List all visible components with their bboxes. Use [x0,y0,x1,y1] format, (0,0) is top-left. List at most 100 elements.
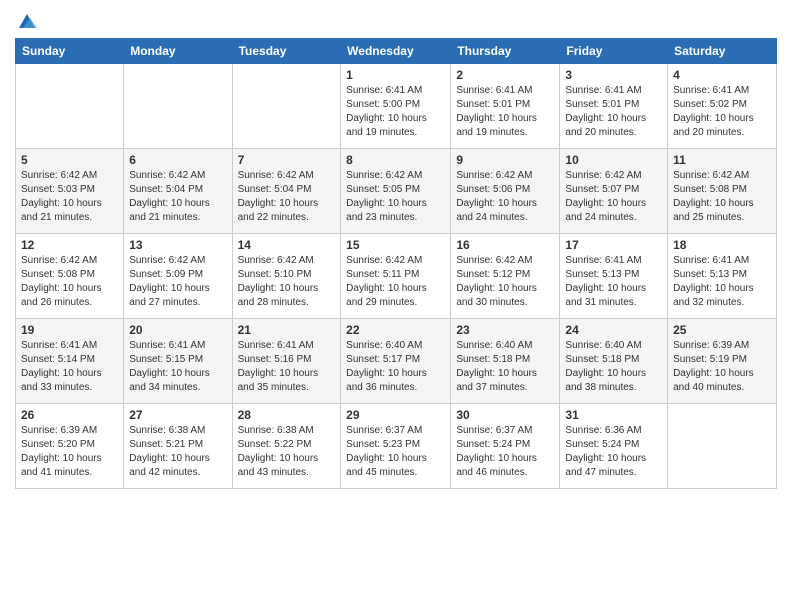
calendar-cell [124,64,232,149]
day-number: 2 [456,68,554,82]
weekday-header-row: SundayMondayTuesdayWednesdayThursdayFrid… [16,39,777,64]
day-info: Sunrise: 6:40 AMSunset: 5:18 PMDaylight:… [565,339,662,395]
day-number: 26 [21,408,118,422]
calendar-week-row: 1 Sunrise: 6:41 AMSunset: 5:00 PMDaylight… [16,64,777,149]
calendar-cell: 30 Sunrise: 6:37 AMSunset: 5:24 PMDayligh… [451,404,560,489]
calendar-cell: 21 Sunrise: 6:41 AMSunset: 5:16 PMDayligh… [232,319,341,404]
calendar-week-row: 5 Sunrise: 6:42 AMSunset: 5:03 PMDaylight… [16,149,777,234]
day-number: 5 [21,153,118,167]
calendar-cell: 12 Sunrise: 6:42 AMSunset: 5:08 PMDayligh… [16,234,124,319]
calendar-cell: 28 Sunrise: 6:38 AMSunset: 5:22 PMDayligh… [232,404,341,489]
day-number: 12 [21,238,118,252]
calendar-cell: 5 Sunrise: 6:42 AMSunset: 5:03 PMDaylight… [16,149,124,234]
calendar-week-row: 12 Sunrise: 6:42 AMSunset: 5:08 PMDayligh… [16,234,777,319]
day-number: 29 [346,408,445,422]
day-number: 4 [673,68,771,82]
day-number: 28 [238,408,336,422]
calendar-cell: 11 Sunrise: 6:42 AMSunset: 5:08 PMDayligh… [668,149,777,234]
calendar-cell: 19 Sunrise: 6:41 AMSunset: 5:14 PMDayligh… [16,319,124,404]
day-number: 16 [456,238,554,252]
day-info: Sunrise: 6:39 AMSunset: 5:19 PMDaylight:… [673,339,771,395]
day-number: 21 [238,323,336,337]
day-number: 22 [346,323,445,337]
day-info: Sunrise: 6:41 AMSunset: 5:00 PMDaylight:… [346,84,445,140]
day-info: Sunrise: 6:42 AMSunset: 5:12 PMDaylight:… [456,254,554,310]
calendar-cell: 25 Sunrise: 6:39 AMSunset: 5:19 PMDayligh… [668,319,777,404]
day-number: 6 [129,153,226,167]
day-info: Sunrise: 6:41 AMSunset: 5:16 PMDaylight:… [238,339,336,395]
day-number: 25 [673,323,771,337]
day-number: 24 [565,323,662,337]
day-number: 1 [346,68,445,82]
calendar-cell: 20 Sunrise: 6:41 AMSunset: 5:15 PMDayligh… [124,319,232,404]
day-number: 18 [673,238,771,252]
calendar-cell: 23 Sunrise: 6:40 AMSunset: 5:18 PMDayligh… [451,319,560,404]
day-number: 23 [456,323,554,337]
day-number: 19 [21,323,118,337]
day-info: Sunrise: 6:42 AMSunset: 5:08 PMDaylight:… [21,254,118,310]
day-number: 14 [238,238,336,252]
calendar-table: SundayMondayTuesdayWednesdayThursdayFrid… [15,38,777,489]
day-number: 20 [129,323,226,337]
weekday-header-sunday: Sunday [16,39,124,64]
day-info: Sunrise: 6:41 AMSunset: 5:01 PMDaylight:… [456,84,554,140]
page-header [15,10,777,30]
weekday-header-monday: Monday [124,39,232,64]
day-info: Sunrise: 6:41 AMSunset: 5:02 PMDaylight:… [673,84,771,140]
day-info: Sunrise: 6:38 AMSunset: 5:22 PMDaylight:… [238,424,336,480]
day-info: Sunrise: 6:41 AMSunset: 5:13 PMDaylight:… [673,254,771,310]
calendar-page: SundayMondayTuesdayWednesdayThursdayFrid… [0,0,792,612]
day-info: Sunrise: 6:40 AMSunset: 5:18 PMDaylight:… [456,339,554,395]
day-info: Sunrise: 6:41 AMSunset: 5:13 PMDaylight:… [565,254,662,310]
day-info: Sunrise: 6:40 AMSunset: 5:17 PMDaylight:… [346,339,445,395]
day-info: Sunrise: 6:42 AMSunset: 5:08 PMDaylight:… [673,169,771,225]
day-number: 3 [565,68,662,82]
calendar-cell: 6 Sunrise: 6:42 AMSunset: 5:04 PMDaylight… [124,149,232,234]
day-number: 30 [456,408,554,422]
day-info: Sunrise: 6:41 AMSunset: 5:14 PMDaylight:… [21,339,118,395]
calendar-cell [232,64,341,149]
day-number: 10 [565,153,662,167]
weekday-header-saturday: Saturday [668,39,777,64]
day-number: 27 [129,408,226,422]
day-info: Sunrise: 6:42 AMSunset: 5:05 PMDaylight:… [346,169,445,225]
calendar-cell: 18 Sunrise: 6:41 AMSunset: 5:13 PMDayligh… [668,234,777,319]
calendar-week-row: 19 Sunrise: 6:41 AMSunset: 5:14 PMDayligh… [16,319,777,404]
calendar-cell: 1 Sunrise: 6:41 AMSunset: 5:00 PMDaylight… [341,64,451,149]
logo [15,10,37,30]
calendar-cell: 14Sunrise: 6:42 AMSunset: 5:10 PMDayligh… [232,234,341,319]
weekday-header-friday: Friday [560,39,668,64]
calendar-cell: 2 Sunrise: 6:41 AMSunset: 5:01 PMDaylight… [451,64,560,149]
day-info: Sunrise: 6:42 AMSunset: 5:03 PMDaylight:… [21,169,118,225]
day-number: 15 [346,238,445,252]
calendar-cell: 17Sunrise: 6:41 AMSunset: 5:13 PMDayligh… [560,234,668,319]
day-number: 11 [673,153,771,167]
calendar-cell: 15 Sunrise: 6:42 AMSunset: 5:11 PMDayligh… [341,234,451,319]
calendar-cell: 16 Sunrise: 6:42 AMSunset: 5:12 PMDayligh… [451,234,560,319]
day-info: Sunrise: 6:37 AMSunset: 5:24 PMDaylight:… [456,424,554,480]
day-info: Sunrise: 6:42 AMSunset: 5:11 PMDaylight:… [346,254,445,310]
day-info: Sunrise: 6:38 AMSunset: 5:21 PMDaylight:… [129,424,226,480]
day-info: Sunrise: 6:41 AMSunset: 5:15 PMDaylight:… [129,339,226,395]
calendar-cell: 24 Sunrise: 6:40 AMSunset: 5:18 PMDayligh… [560,319,668,404]
day-number: 8 [346,153,445,167]
calendar-cell: 31Sunrise: 6:36 AMSunset: 5:24 PMDayligh… [560,404,668,489]
day-info: Sunrise: 6:42 AMSunset: 5:07 PMDaylight:… [565,169,662,225]
weekday-header-thursday: Thursday [451,39,560,64]
calendar-cell: 4 Sunrise: 6:41 AMSunset: 5:02 PMDaylight… [668,64,777,149]
day-info: Sunrise: 6:41 AMSunset: 5:01 PMDaylight:… [565,84,662,140]
weekday-header-tuesday: Tuesday [232,39,341,64]
day-info: Sunrise: 6:42 AMSunset: 5:04 PMDaylight:… [129,169,226,225]
day-number: 9 [456,153,554,167]
calendar-week-row: 26 Sunrise: 6:39 AMSunset: 5:20 PMDayligh… [16,404,777,489]
day-info: Sunrise: 6:39 AMSunset: 5:20 PMDaylight:… [21,424,118,480]
calendar-cell: 27 Sunrise: 6:38 AMSunset: 5:21 PMDayligh… [124,404,232,489]
calendar-cell: 13Sunrise: 6:42 AMSunset: 5:09 PMDayligh… [124,234,232,319]
calendar-cell: 26 Sunrise: 6:39 AMSunset: 5:20 PMDayligh… [16,404,124,489]
day-info: Sunrise: 6:42 AMSunset: 5:09 PMDaylight:… [129,254,226,310]
calendar-cell: 22 Sunrise: 6:40 AMSunset: 5:17 PMDayligh… [341,319,451,404]
day-info: Sunrise: 6:37 AMSunset: 5:23 PMDaylight:… [346,424,445,480]
day-number: 7 [238,153,336,167]
calendar-cell: 7 Sunrise: 6:42 AMSunset: 5:04 PMDaylight… [232,149,341,234]
day-info: Sunrise: 6:42 AMSunset: 5:04 PMDaylight:… [238,169,336,225]
